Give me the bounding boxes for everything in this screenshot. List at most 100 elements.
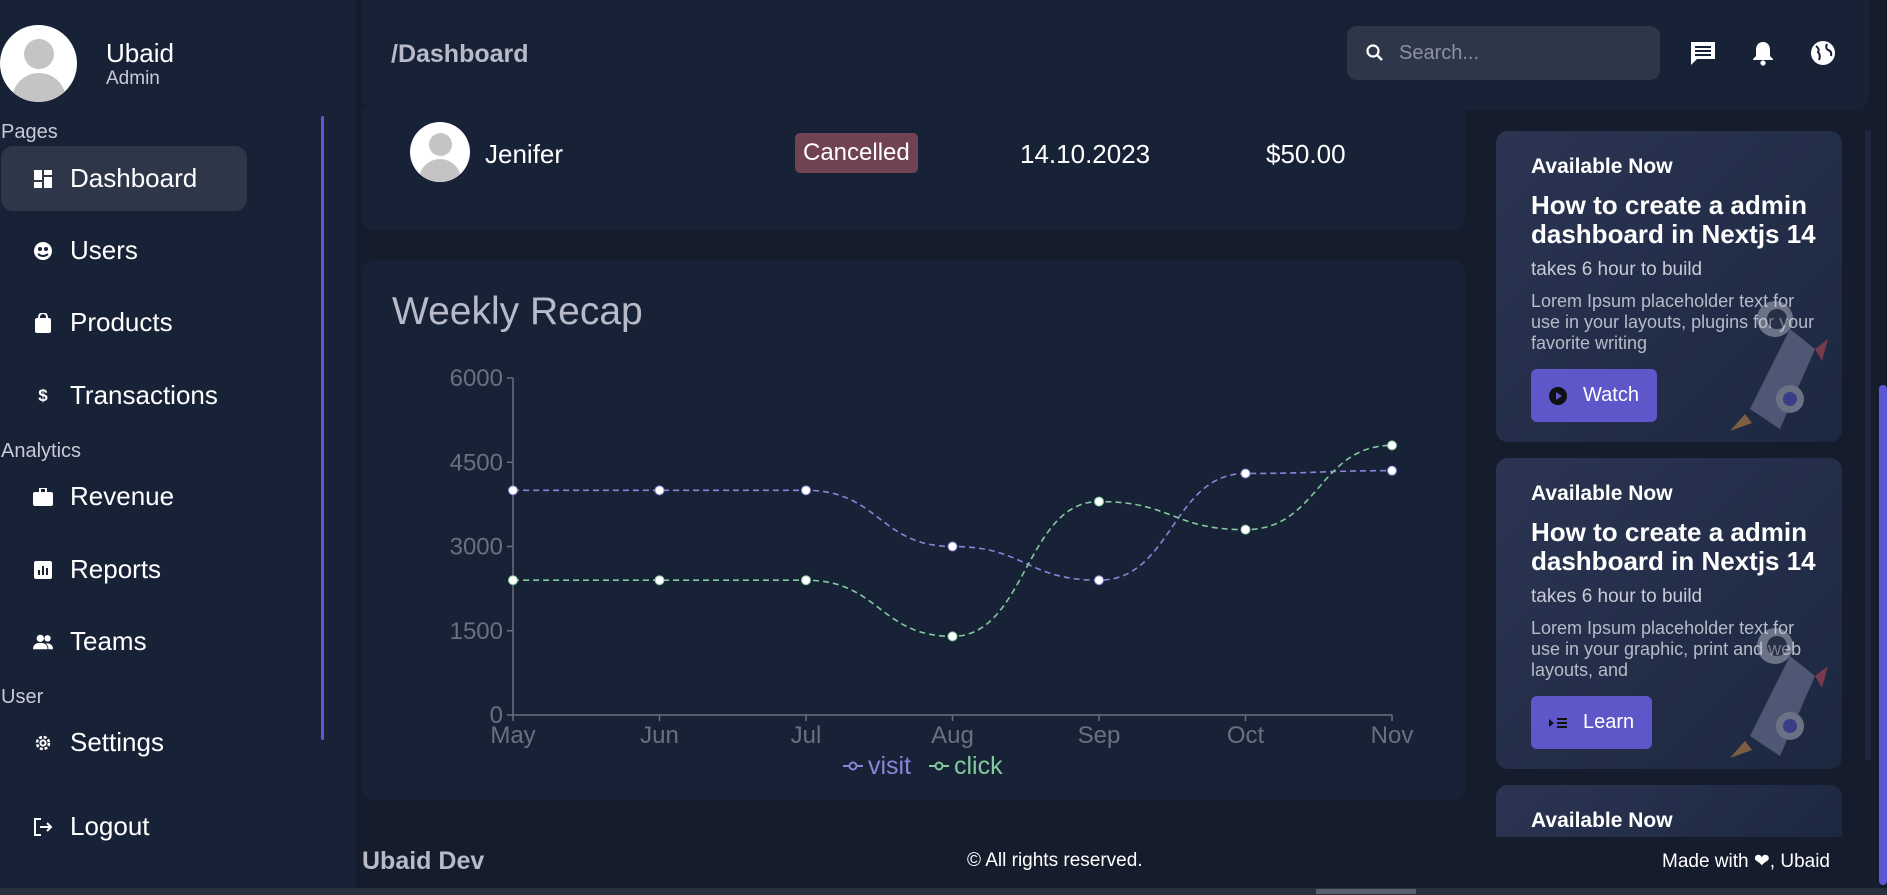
briefcase-icon (33, 487, 53, 507)
search-input[interactable] (1399, 41, 1639, 65)
data-point-visit (1387, 465, 1397, 476)
sidebar-item-dashboard[interactable]: Dashboard (1, 146, 247, 211)
people-icon (33, 632, 53, 652)
rail-scroll-track (1865, 130, 1871, 760)
learn-button-label: Learn (1583, 711, 1635, 733)
transaction-name: Jenifer (485, 139, 564, 169)
data-point-visit (508, 485, 518, 496)
sidebar-item-transactions[interactable]: $ Transactions (1, 363, 247, 428)
x-tick-label: Nov (1371, 722, 1414, 749)
sidebar-scrollbar[interactable] (321, 116, 324, 740)
x-tick-label: Jul (791, 722, 822, 749)
data-point-visit (1240, 468, 1251, 479)
sidebar-item-label: Logout (70, 811, 150, 841)
astronaut-illustration (1730, 628, 1828, 758)
weekly-recap-card: Weekly Recap 0 1500 3000 4500 6000 May Jun Jul A… (362, 260, 1465, 800)
footer-brand: Ubaid Dev (362, 847, 485, 875)
page-scrollbar[interactable] (1879, 385, 1887, 885)
search-box[interactable] (1347, 26, 1660, 80)
globe-icon[interactable] (1808, 38, 1838, 68)
promo-card: Available Now How to create a admin dash… (1496, 458, 1842, 769)
analytics-icon (33, 560, 53, 580)
astronaut-illustration (1730, 301, 1828, 431)
logout-icon (33, 817, 53, 837)
user-name: Ubaid (106, 37, 174, 68)
sidebar-item-label: Settings (70, 727, 164, 757)
x-tick-label: Oct (1227, 722, 1265, 749)
status-badge: Cancelled (795, 133, 918, 173)
y-tick-label: 6000 (450, 365, 503, 392)
data-point-click (1387, 440, 1397, 451)
messages-icon[interactable] (1688, 38, 1718, 68)
transaction-date: 14.10.2023 (1020, 139, 1151, 169)
horizontal-scrollbar[interactable] (0, 888, 1887, 895)
dollar-icon: $ (38, 385, 48, 405)
transaction-amount: $50.00 (1266, 139, 1346, 169)
data-point-click (1240, 524, 1251, 535)
section-label-pages: Pages (1, 121, 58, 143)
footer-copyright: © All rights reserved. (967, 850, 1143, 871)
user-role: Admin (106, 67, 160, 89)
data-point-click (508, 575, 518, 586)
promo-subtitle: takes 6 hour to build (1531, 259, 1703, 280)
promo-badge: Available Now (1531, 482, 1673, 505)
data-point-click (947, 631, 958, 642)
promo-badge: Available Now (1531, 155, 1673, 178)
gear-icon (33, 733, 53, 753)
series-line-visit (513, 469, 1393, 582)
sidebar: Ubaid Admin Pages Dashboard Users Produc… (0, 0, 356, 895)
data-point-visit (947, 541, 958, 552)
avatar (410, 122, 470, 182)
x-tick-label: Sep (1078, 722, 1121, 749)
sidebar-item-label: Products (70, 307, 173, 337)
sidebar-item-label: Reports (70, 554, 162, 584)
promo-title: How to create a admin dashboard in Nextj… (1531, 517, 1816, 576)
data-point-click (801, 575, 811, 586)
legend-label-click: click (954, 752, 1003, 780)
sidebar-item-products[interactable]: Products (1, 290, 247, 355)
sidebar-item-label: Dashboard (70, 163, 198, 193)
x-tick-label: Aug (931, 722, 974, 749)
legend-label-visit: visit (868, 752, 911, 780)
promo-card: Available Now How to create a admin dash… (1496, 131, 1842, 442)
play-icon (1549, 386, 1567, 405)
sidebar-item-label: Transactions (70, 380, 218, 410)
x-tick-label: Jun (640, 722, 679, 749)
sidebar-item-revenue[interactable]: Revenue (1, 464, 247, 529)
learn-icon (1549, 714, 1567, 732)
users-icon (33, 241, 53, 261)
sidebar-item-label: Revenue (70, 481, 175, 511)
promo-card: Available Now (1496, 785, 1842, 837)
footer-made-with: Made with ❤, Ubaid (1662, 851, 1830, 872)
x-tick-label: May (490, 722, 535, 749)
promo-badge: Available Now (1531, 809, 1673, 832)
horizontal-scrollbar-thumb[interactable] (1316, 889, 1416, 894)
learn-button[interactable]: Learn (1531, 696, 1653, 749)
watch-button-label: Watch (1583, 384, 1639, 406)
bell-icon[interactable] (1748, 38, 1778, 68)
series-line-click (512, 444, 1393, 638)
section-label-analytics: Analytics (1, 440, 82, 462)
legend-marker-click (934, 761, 944, 771)
promo-title: How to create a admin dashboard in Nextj… (1531, 190, 1816, 249)
y-tick-label: 4500 (450, 449, 503, 476)
section-label-user: User (1, 686, 44, 708)
sidebar-item-reports[interactable]: Reports (1, 537, 247, 602)
watch-button[interactable]: Watch (1531, 369, 1657, 422)
top-navbar: /Dashboard (362, 0, 1869, 110)
sidebar-item-logout[interactable]: Logout (1, 794, 247, 859)
transactions-card: Jenifer Cancelled 14.10.2023 $50.00 (362, 108, 1465, 230)
shopping-bag-icon (33, 312, 53, 333)
sidebar-item-users[interactable]: Users (1, 218, 247, 283)
sidebar-item-label: Users (70, 235, 138, 265)
legend-marker-visit (848, 761, 858, 771)
avatar (0, 25, 77, 102)
page-title: /Dashboard (391, 40, 529, 68)
promo-subtitle: takes 6 hour to build (1531, 586, 1703, 607)
data-point-visit (654, 485, 665, 496)
y-tick-label: 3000 (450, 534, 503, 561)
sidebar-item-settings[interactable]: Settings (1, 710, 247, 775)
sidebar-item-teams[interactable]: Teams (1, 609, 247, 674)
data-point-click (654, 575, 665, 586)
user-profile: Ubaid Admin (0, 25, 174, 102)
